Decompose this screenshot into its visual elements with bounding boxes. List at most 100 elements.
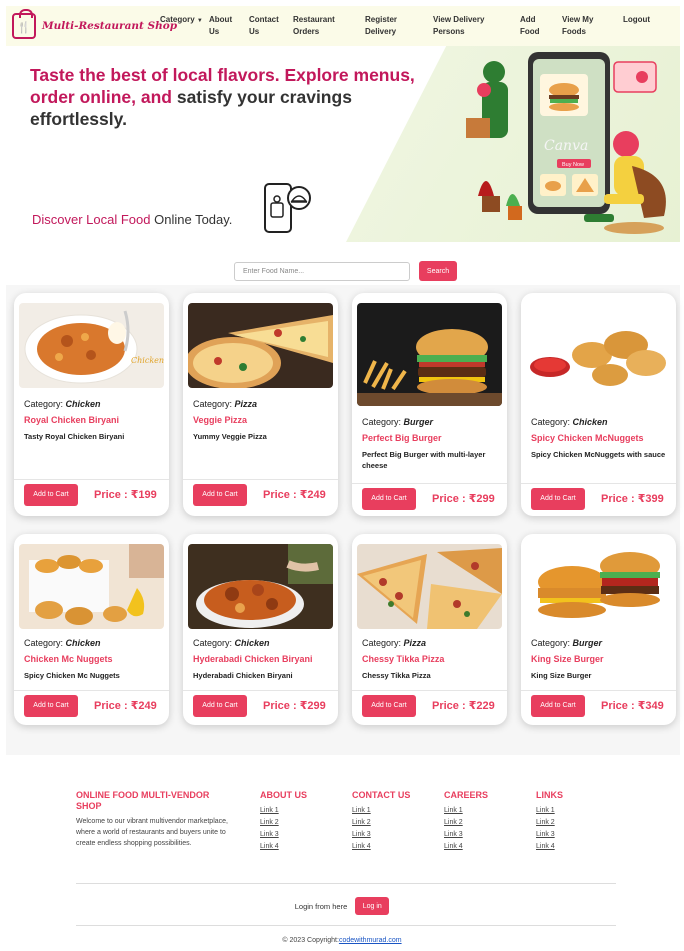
category-value: Burger xyxy=(403,417,434,427)
food-card: Category: Burger King Size Burger King S… xyxy=(521,534,676,725)
category-value: Chicken xyxy=(65,399,101,409)
food-image: Chicken Biryani xyxy=(19,303,164,388)
add-to-cart-button[interactable]: Add to Cart xyxy=(193,694,247,717)
price-value: ₹249 xyxy=(130,700,157,712)
hero-subtitle-dark: Online Today. xyxy=(154,212,233,227)
price-value: ₹399 xyxy=(637,493,664,505)
price-label: Price : xyxy=(601,700,638,712)
category-value: Pizza xyxy=(403,638,427,648)
food-category: Category: Pizza xyxy=(362,638,426,648)
nav-category[interactable]: Category ▼ xyxy=(160,14,203,27)
food-card: Category: Chicken Chicken Mc Nuggets Spi… xyxy=(14,534,169,725)
card-footer: Add to Cart Price : ₹249 xyxy=(14,690,169,720)
nav-about-us[interactable]: About Us xyxy=(209,14,239,38)
footer-link[interactable]: Link 1 xyxy=(260,805,307,817)
card-footer: Add to Cart Price : ₹229 xyxy=(352,690,507,720)
price-label: Price : xyxy=(94,700,131,712)
navbar: 🍴 Multi-Restaurant Shop Category ▼ About… xyxy=(6,6,680,46)
price-value: ₹249 xyxy=(299,489,326,501)
food-description: Perfect Big Burger with multi-layer chee… xyxy=(362,450,486,470)
food-card: Category: Chicken Spicy Chicken McNugget… xyxy=(521,293,676,516)
food-category: Category: Burger xyxy=(531,638,602,648)
footer-link[interactable]: Link 1 xyxy=(444,805,488,817)
nav-view-my-foods[interactable]: View My Foods xyxy=(562,14,602,38)
food-price: Price : ₹199 xyxy=(94,488,157,501)
price-value: ₹299 xyxy=(468,493,495,505)
add-to-cart-button[interactable]: Add to Cart xyxy=(362,487,416,510)
price-label: Price : xyxy=(432,700,469,712)
footer-link[interactable]: Link 3 xyxy=(444,829,488,841)
nav-view-delivery-persons[interactable]: View Delivery Persons xyxy=(433,14,495,38)
nav-category-label: Category xyxy=(160,15,195,24)
footer-link[interactable]: Link 4 xyxy=(536,841,563,853)
footer-link[interactable]: Link 4 xyxy=(260,841,307,853)
nav-add-food[interactable]: Add Food xyxy=(520,14,550,38)
category-label: Category: xyxy=(24,399,64,409)
category-value: Burger xyxy=(572,638,603,648)
add-to-cart-button[interactable]: Add to Cart xyxy=(531,694,585,717)
food-image-caption: Chicken Biryani xyxy=(131,356,164,365)
nav-contact-us[interactable]: Contact Us xyxy=(249,14,283,38)
footer-link[interactable]: Link 1 xyxy=(536,805,563,817)
category-value: Chicken xyxy=(234,638,270,648)
food-card: Chicken Biryani Category: Chicken Royal … xyxy=(14,293,169,516)
footer-about: ONLINE FOOD MULTI-VENDOR SHOP Welcome to… xyxy=(76,790,246,849)
footer-link[interactable]: Link 4 xyxy=(444,841,488,853)
brand-link[interactable]: 🍴 Multi-Restaurant Shop xyxy=(12,9,177,39)
footer-divider xyxy=(76,925,616,926)
food-name: Chessy Tikka Pizza xyxy=(362,654,445,664)
shopping-bag-icon: 🍴 xyxy=(12,9,36,39)
food-price: Price : ₹249 xyxy=(263,488,326,501)
food-price: Price : ₹349 xyxy=(601,699,664,712)
footer-column-about-us: ABOUT US Link 1 Link 2 Link 3 Link 4 xyxy=(260,790,307,853)
price-value: ₹199 xyxy=(130,489,157,501)
food-description: Hyderabadi Chicken Biryani xyxy=(193,671,293,680)
footer-column-careers: CAREERS Link 1 Link 2 Link 3 Link 4 xyxy=(444,790,488,853)
food-price: Price : ₹299 xyxy=(263,699,326,712)
food-category: Category: Chicken xyxy=(24,399,101,409)
category-label: Category: xyxy=(362,417,402,427)
footer-link[interactable]: Link 1 xyxy=(352,805,410,817)
footer-link[interactable]: Link 3 xyxy=(352,829,410,841)
category-label: Category: xyxy=(362,638,402,648)
food-category: Category: Chicken xyxy=(24,638,101,648)
card-footer: Add to Cart Price : ₹349 xyxy=(521,690,676,720)
search-button[interactable]: Search xyxy=(419,261,457,281)
add-to-cart-button[interactable]: Add to Cart xyxy=(24,483,78,506)
food-name: Veggie Pizza xyxy=(193,415,248,425)
footer-link[interactable]: Link 2 xyxy=(260,817,307,829)
food-image xyxy=(357,303,502,406)
food-price: Price : ₹399 xyxy=(601,492,664,505)
nav-register-delivery[interactable]: Register Delivery xyxy=(365,14,415,38)
food-image xyxy=(526,303,671,406)
footer-link[interactable]: Link 2 xyxy=(352,817,410,829)
search-input[interactable] xyxy=(234,262,410,281)
footer-about-text: Welcome to our vibrant multivendor marke… xyxy=(76,818,228,847)
footer-link[interactable]: Link 2 xyxy=(444,817,488,829)
food-description: King Size Burger xyxy=(531,671,592,680)
add-to-cart-button[interactable]: Add to Cart xyxy=(531,487,585,510)
card-footer: Add to Cart Price : ₹399 xyxy=(521,483,676,513)
nav-restaurant-orders[interactable]: Restaurant Orders xyxy=(293,14,343,38)
mobile-order-icon xyxy=(264,183,311,233)
category-label: Category: xyxy=(193,399,233,409)
footer-link[interactable]: Link 3 xyxy=(536,829,563,841)
copyright-link[interactable]: codewithmurad.com xyxy=(339,937,402,944)
footer-column-title: CAREERS xyxy=(444,790,489,800)
nav-logout[interactable]: Logout xyxy=(623,14,650,26)
add-to-cart-button[interactable]: Add to Cart xyxy=(193,483,247,506)
login-button[interactable]: Log in xyxy=(355,897,390,915)
food-name: Spicy Chicken McNuggets xyxy=(531,433,644,443)
footer-link[interactable]: Link 3 xyxy=(260,829,307,841)
price-value: ₹299 xyxy=(299,700,326,712)
category-value: Chicken xyxy=(572,417,608,427)
add-to-cart-button[interactable]: Add to Cart xyxy=(24,694,78,717)
add-to-cart-button[interactable]: Add to Cart xyxy=(362,694,416,717)
food-image xyxy=(188,303,333,388)
food-image xyxy=(19,544,164,629)
footer-login-row: Login from here Log in xyxy=(0,897,684,915)
footer-column-contact-us: CONTACT US Link 1 Link 2 Link 3 Link 4 xyxy=(352,790,410,853)
footer-link[interactable]: Link 2 xyxy=(536,817,563,829)
footer-link[interactable]: Link 4 xyxy=(352,841,410,853)
login-prompt: Login from here xyxy=(294,901,348,911)
